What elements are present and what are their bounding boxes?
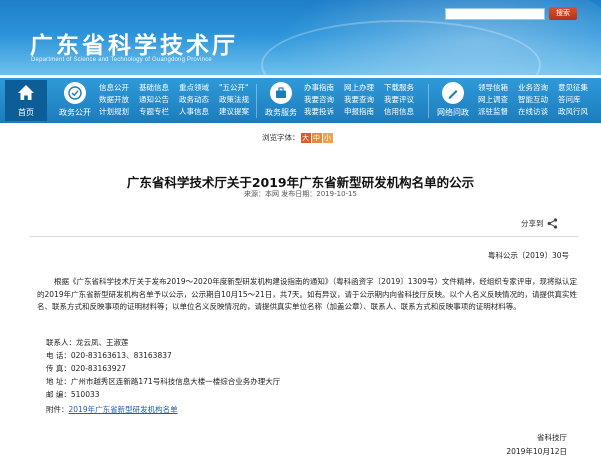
nav-link[interactable]: 网上办理 [344,82,374,94]
gov-service-icon [270,82,292,104]
nav-gov-service-col3: 下载服务 我要评议 信用信息 [384,82,414,118]
nav-link[interactable]: 网上调查 [478,94,508,106]
nav-link[interactable]: "五公开" [219,82,249,94]
contact-address: 地 址：广州市越秀区连新路171号科技信息大楼一楼综合业务办理大厅 [46,377,281,386]
article-meta: 来源：本网 发布日期：2019-10-15 [244,190,357,198]
nav-link[interactable]: 计划规划 [99,106,129,118]
nav-link[interactable]: 智能互动 [518,94,548,106]
nav-gov-service[interactable]: 政务服务 [260,80,302,121]
nav-gov-service-label: 政务服务 [265,108,297,117]
share-control[interactable]: 分享到 [521,218,558,229]
site-subtitle: Department of Science and Technology of … [31,57,212,63]
font-size-switcher: 浏览字体：大中小 [262,132,333,143]
nav-link[interactable]: 办事指南 [304,82,334,94]
nav-gov-service-col2: 网上办理 我要查询 申报指南 [344,82,374,118]
attachment-label: 附件： [46,405,69,414]
nav-divider [256,84,257,118]
nav-home-label: 首页 [18,108,34,117]
nav-link[interactable]: 我要投诉 [304,106,334,118]
nav-home[interactable]: 首页 [5,80,47,121]
nav-interaction-col2: 业务咨询 智能互动 在线访谈 [518,82,548,118]
search-button[interactable]: 搜索 [549,7,577,20]
share-icon[interactable] [547,218,558,229]
nav-link[interactable]: 领导信箱 [478,82,508,94]
article-paragraph: 根据《广东省科学技术厅关于发布2019～2020年度新型研发机构建设指南的通知》… [37,277,577,312]
contact-postcode: 邮 编：510033 [46,390,100,399]
nav-link[interactable]: 业务咨询 [518,82,548,94]
signature-date: 2019年10月12日 [506,447,567,456]
nav-link[interactable]: 我要查询 [344,94,374,106]
nav-interaction-col3: 意见征集 答问库 政风行风 [558,82,588,118]
font-size-large-button[interactable]: 大 [300,133,311,143]
attachment-link[interactable]: 2019年广东省新型研发机构名单 [69,405,178,414]
article-body: 根据《广东省科学技术厅关于发布2019～2020年度新型研发机构建设指南的通知》… [37,276,577,314]
nav-link[interactable]: 我要咨询 [304,94,334,106]
contact-info: 联系人：龙云凤、王淑莲 电 话：020-83163613、83163837 传 … [46,336,280,401]
nav-link[interactable]: 意见征集 [558,82,588,94]
nav-interaction-label: 网络问政 [437,108,469,117]
share-label: 分享到 [521,219,544,228]
nav-gov-public[interactable]: 政务公开 [54,80,96,121]
contact-person: 联系人：龙云凤、王淑莲 [46,338,129,347]
nav-link[interactable]: 基础信息 [139,82,169,94]
contact-phone: 电 话：020-83163613、83163837 [46,351,172,360]
site-title[interactable]: 广东省科学技术厅 [30,26,238,60]
nav-link[interactable]: 我要评议 [384,94,414,106]
search-input[interactable] [445,8,545,20]
nav-gov-public-label: 政务公开 [59,108,91,117]
nav-gov-public-col3: 重点领域 政务动态 人事信息 [179,82,209,118]
nav-link[interactable]: 政策法规 [219,94,249,106]
nav-link[interactable]: 申报指南 [344,106,374,118]
nav-interaction-col1: 领导信箱 网上调查 派驻监督 [478,82,508,118]
nav-link[interactable]: 通知公告 [139,94,169,106]
nav-link[interactable]: 重点领域 [179,82,209,94]
nav-link[interactable]: 信用信息 [384,106,414,118]
nav-link[interactable]: 专题专栏 [139,106,169,118]
nav-link[interactable]: 信息公开 [99,82,129,94]
nav-interaction[interactable]: 网络问政 [432,80,474,121]
nav-gov-public-col2: 基础信息 通知公告 专题专栏 [139,82,169,118]
contact-fax: 传 真：020-83163927 [46,364,127,373]
font-size-label: 浏览字体： [262,133,300,142]
nav-link[interactable]: 数据开放 [99,94,129,106]
font-size-small-button[interactable]: 小 [322,133,333,143]
nav-link[interactable]: 派驻监督 [478,106,508,118]
nav-gov-public-col1: 信息公开 数据开放 计划规划 [99,82,129,118]
nav-gov-public-col4: "五公开" 政策法规 建议提案 [219,82,249,118]
home-icon [15,82,37,104]
nav-link[interactable]: 下载服务 [384,82,414,94]
font-size-medium-button[interactable]: 中 [311,133,322,143]
gov-public-icon [64,82,86,104]
nav-link[interactable]: 答问库 [558,94,588,106]
nav-link[interactable]: 建议提案 [219,106,249,118]
site-banner: 广东省科学技术厅 Department of Science and Techn… [0,0,601,75]
interaction-icon [442,82,464,104]
document-number: 粤科公示〔2019〕30号 [487,251,569,260]
nav-divider [428,84,429,118]
nav-gov-service-col1: 办事指南 我要咨询 我要投诉 [304,82,334,118]
title-divider [30,236,578,237]
nav-link[interactable]: 政风行风 [558,106,588,118]
nav-link[interactable]: 政务动态 [179,94,209,106]
nav-link[interactable]: 人事信息 [179,106,209,118]
attachment: 附件：2019年广东省新型研发机构名单 [46,404,178,415]
main-nav: 首页 政务公开 信息公开 数据开放 计划规划 基础信息 通知公告 专题专栏 重点… [0,78,601,123]
signature-org: 省科技厅 [537,433,567,442]
nav-link[interactable]: 在线访谈 [518,106,548,118]
